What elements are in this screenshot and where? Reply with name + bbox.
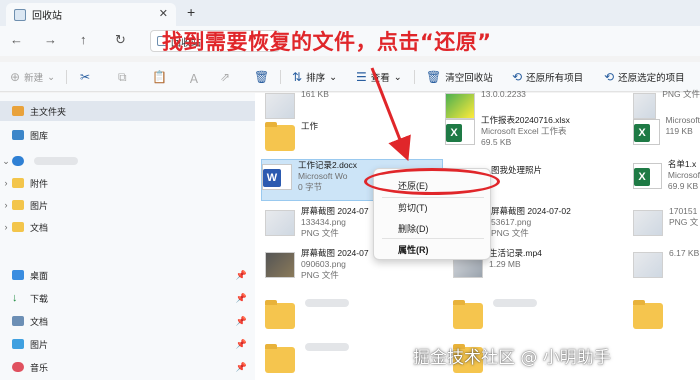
highlight-ellipse bbox=[364, 168, 500, 195]
watermark: 掘金技术社区 @ 小明助手 bbox=[413, 348, 611, 368]
annotation-headline: 找到需要恢复的文件，点击“还原” bbox=[162, 30, 492, 54]
annotation-arrow bbox=[370, 67, 411, 162]
